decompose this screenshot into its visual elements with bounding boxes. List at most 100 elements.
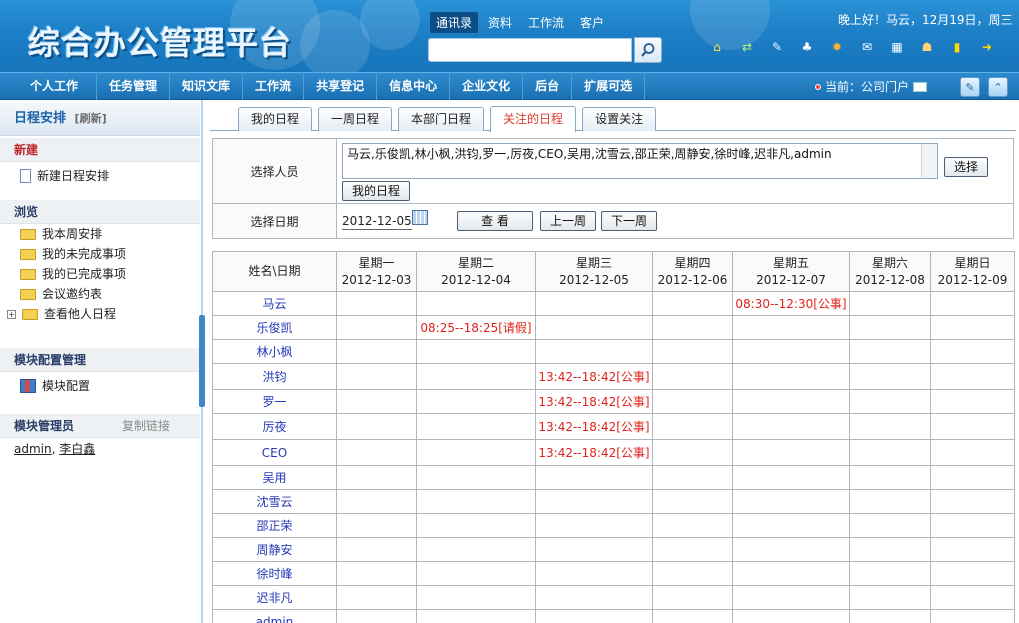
tab-week-schedule[interactable]: 一周日程	[318, 107, 393, 131]
person-name-cell[interactable]: 徐时峰	[212, 561, 337, 586]
sidebar: 日程安排 [刷新] 新建 新建日程安排 浏览 我本周安排 我的未完成事项 我的已…	[0, 100, 200, 623]
schedule-event-cell[interactable]: 13:42--18:42[公事]	[535, 413, 653, 440]
sidebar-item-week-plan[interactable]: 我本周安排	[0, 224, 200, 244]
top-tab-workflow[interactable]: 工作流	[522, 12, 570, 33]
folder-icon	[20, 248, 36, 260]
admin-link[interactable]: 李白鑫	[59, 442, 95, 456]
tab-my-schedule[interactable]: 我的日程	[238, 107, 313, 131]
shirt-icon[interactable]: ♣	[798, 38, 816, 56]
nav-workflow[interactable]: 工作流	[243, 72, 305, 100]
person-name-cell[interactable]: 迟非凡	[212, 585, 337, 610]
sidebar-item-module-config[interactable]: 模块配置	[0, 376, 200, 396]
nav-corporate-culture[interactable]: 企业文化	[450, 72, 524, 100]
table-row: 乐俊凯 08:25--18:25[请假]	[212, 315, 1015, 340]
search-button[interactable]	[634, 37, 662, 63]
schedule-event-cell[interactable]: 08:30--12:30[公事]	[732, 291, 850, 316]
sidebar-item-finished[interactable]: 我的已完成事项	[0, 264, 200, 284]
top-tab-contacts[interactable]: 通讯录	[430, 12, 479, 33]
date-label: 选择日期	[213, 204, 337, 238]
nav-shared-registration[interactable]: 共享登记	[304, 72, 378, 100]
schedule-cell	[652, 537, 733, 562]
nav-personal-work[interactable]: 个人工作	[0, 72, 98, 100]
sidebar-item-meetings[interactable]: 会议邀约表	[0, 284, 200, 304]
refresh-link[interactable]: [刷新]	[75, 112, 107, 125]
gear-icon[interactable]: ✹	[828, 38, 846, 56]
calendar-picker-icon[interactable]	[412, 210, 428, 225]
my-schedule-button[interactable]: 我的日程	[342, 181, 410, 201]
nav-info-center[interactable]: 信息中心	[377, 72, 451, 100]
table-row: 林小枫	[212, 339, 1015, 364]
collapse-up-icon[interactable]: ⌃	[988, 77, 1008, 97]
schedule-body: 马云 08:30--12:30[公事] 乐俊凯 08:25--18:25[请假] 林小枫…	[212, 291, 1015, 623]
note-icon[interactable]: ▮	[948, 38, 966, 56]
top-tab-customers[interactable]: 客户	[574, 12, 610, 33]
attach-icon[interactable]: ✎	[960, 77, 980, 97]
schedule-event-cell[interactable]: 08:25--18:25[请假]	[416, 315, 536, 340]
schedule-cell	[930, 489, 1015, 514]
person-name-cell[interactable]: 沈雪云	[212, 489, 337, 514]
tab-department-schedule[interactable]: 本部门日程	[398, 107, 485, 131]
greeting-text: 晚上好！马云，12月19日，周三	[838, 13, 1013, 27]
persons-field[interactable]: 马云,乐俊凯,林小枫,洪钧,罗一,厉夜,CEO,吴用,沈雪云,邵正荣,周静安,徐…	[342, 143, 938, 179]
persons-scrollbar[interactable]	[921, 144, 937, 178]
user-card-icon[interactable]: ☗	[918, 38, 936, 56]
edit-icon[interactable]: ✎	[768, 38, 786, 56]
nav-knowledge-library[interactable]: 知识文库	[170, 72, 244, 100]
person-name-cell[interactable]: 林小枫	[212, 339, 337, 364]
nav-extensions[interactable]: 扩展可选	[572, 72, 646, 100]
sidebar-item-unfinished[interactable]: 我的未完成事项	[0, 244, 200, 264]
schedule-cell	[849, 363, 931, 390]
schedule-cell	[336, 609, 417, 623]
swap-icon[interactable]: ⇄	[738, 38, 756, 56]
schedule-cell	[849, 315, 931, 340]
person-name-cell[interactable]: 马云	[212, 291, 337, 316]
collapse-sidebar-handle[interactable]	[199, 315, 205, 407]
schedule-cell	[732, 489, 850, 514]
schedule-cell	[652, 489, 733, 514]
tab-follow-settings[interactable]: 设置关注	[582, 107, 657, 131]
table-row: 邵正荣	[212, 513, 1015, 538]
table-row: 周静安	[212, 537, 1015, 562]
admin-link[interactable]: admin	[14, 442, 52, 456]
schedule-cell	[930, 315, 1015, 340]
schedule-cell	[732, 413, 850, 440]
schedule-cell	[535, 291, 653, 316]
next-week-button[interactable]: 下一周	[601, 211, 657, 231]
person-name-cell[interactable]: 厉夜	[212, 413, 337, 440]
copy-link[interactable]: 复制链接	[122, 414, 170, 438]
schedule-event-cell[interactable]: 13:42--18:42[公事]	[535, 363, 653, 390]
sidebar-item-others-schedule[interactable]: + 查看他人日程	[0, 304, 200, 324]
search-input[interactable]	[428, 38, 632, 62]
person-name-cell[interactable]: 邵正荣	[212, 513, 337, 538]
calendar-icon[interactable]: ▦	[888, 38, 906, 56]
tab-followed-schedule[interactable]: 关注的日程	[490, 106, 577, 132]
top-tab-docs[interactable]: 资料	[482, 12, 518, 33]
table-row: 马云 08:30--12:30[公事]	[212, 291, 1015, 316]
mail-icon[interactable]: ✉	[858, 38, 876, 56]
sidebar-item-label: 我的已完成事项	[42, 267, 127, 281]
person-name-cell[interactable]: 乐俊凯	[212, 315, 337, 340]
person-name-cell[interactable]: 洪钧	[212, 363, 337, 390]
nav-task-management[interactable]: 任务管理	[97, 72, 171, 100]
schedule-header-row: 姓名\日期 星期一 2012-12-03 星期二 2012-12-04 星期三 201…	[212, 251, 1015, 292]
prev-week-button[interactable]: 上一周	[540, 211, 596, 231]
person-name-cell[interactable]: admin	[212, 609, 337, 623]
person-name-cell[interactable]: 罗一	[212, 389, 337, 414]
folder-icon	[20, 268, 36, 280]
schedule-event-cell[interactable]: 13:42--18:42[公事]	[535, 389, 653, 414]
person-name-cell[interactable]: 吴用	[212, 465, 337, 490]
schedule-event-cell[interactable]: 13:42--18:42[公事]	[535, 439, 653, 466]
expand-icon[interactable]: +	[7, 309, 16, 319]
view-button[interactable]: 查 看	[457, 211, 533, 231]
exit-icon[interactable]: ➜	[978, 38, 996, 56]
home-icon[interactable]: ⌂	[708, 38, 726, 56]
nav-backend[interactable]: 后台	[523, 72, 573, 100]
select-person-button[interactable]: 选择	[944, 157, 988, 177]
schedule-cell	[849, 537, 931, 562]
schedule-cell	[849, 439, 931, 466]
person-name-cell[interactable]: 周静安	[212, 537, 337, 562]
sidebar-item-new-schedule[interactable]: 新建日程安排	[0, 166, 200, 186]
date-input[interactable]: 2012-12-05	[342, 212, 412, 230]
person-name-cell[interactable]: CEO	[212, 439, 337, 466]
module-config-icon	[20, 379, 36, 393]
